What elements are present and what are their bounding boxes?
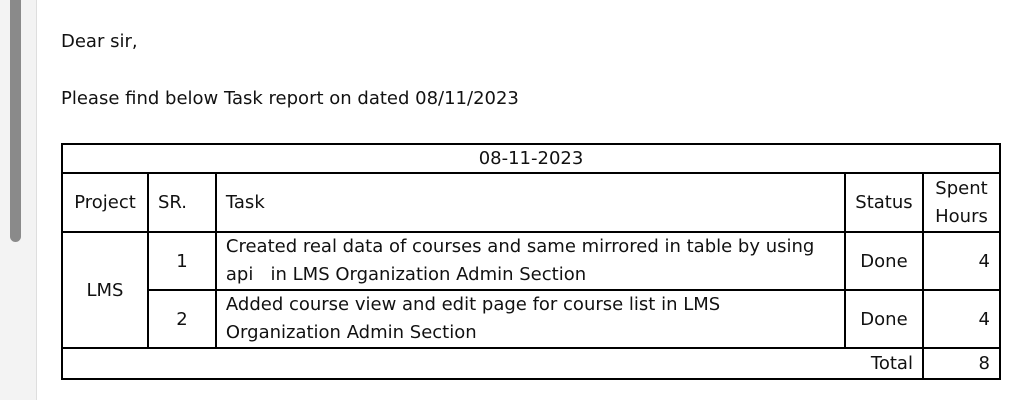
header-spent-line2: Hours (935, 205, 988, 227)
total-value: 8 (921, 347, 1002, 380)
header-status: Status (843, 172, 924, 233)
document-page: Dear sir, Please find below Task report … (36, 0, 1033, 400)
date-row: 08-11-2023 (61, 143, 1001, 174)
hours-cell: 4 (921, 289, 1002, 349)
total-label: Total (61, 347, 924, 380)
header-project: Project (61, 172, 149, 233)
status-cell: Done (843, 231, 924, 291)
intro-text: Please find below Task report on dated 0… (61, 88, 519, 109)
scrollbar-thumb[interactable] (10, 0, 21, 242)
vertical-scrollbar[interactable] (0, 0, 36, 400)
status-cell: Done (843, 289, 924, 349)
sr-cell: 1 (146, 231, 217, 291)
table-row: 2 Added course view and edit page for co… (62, 289, 1002, 349)
greeting-text: Dear sir, (61, 31, 138, 52)
task-cell: Added course view and edit page for cour… (214, 289, 846, 349)
sr-cell: 2 (146, 289, 217, 349)
task-report-table: 08-11-2023 Project SR. Task Status Spent… (61, 143, 1002, 380)
header-spent-line1: Spent (935, 177, 988, 199)
header-row: Project SR. Task Status Spent Hours (61, 172, 1002, 233)
header-task: Task (214, 172, 846, 233)
header-spent-hours: Spent Hours (921, 172, 1002, 233)
project-cell: LMS (61, 231, 149, 349)
total-row: Total 8 (61, 347, 1002, 380)
report-date: 08-11-2023 (61, 143, 1001, 174)
hours-cell: 4 (921, 231, 1002, 291)
task-cell: Created real data of courses and same mi… (214, 231, 846, 291)
header-sr: SR. (146, 172, 217, 233)
table-row: LMS 1 Created real data of courses and s… (61, 231, 1002, 349)
